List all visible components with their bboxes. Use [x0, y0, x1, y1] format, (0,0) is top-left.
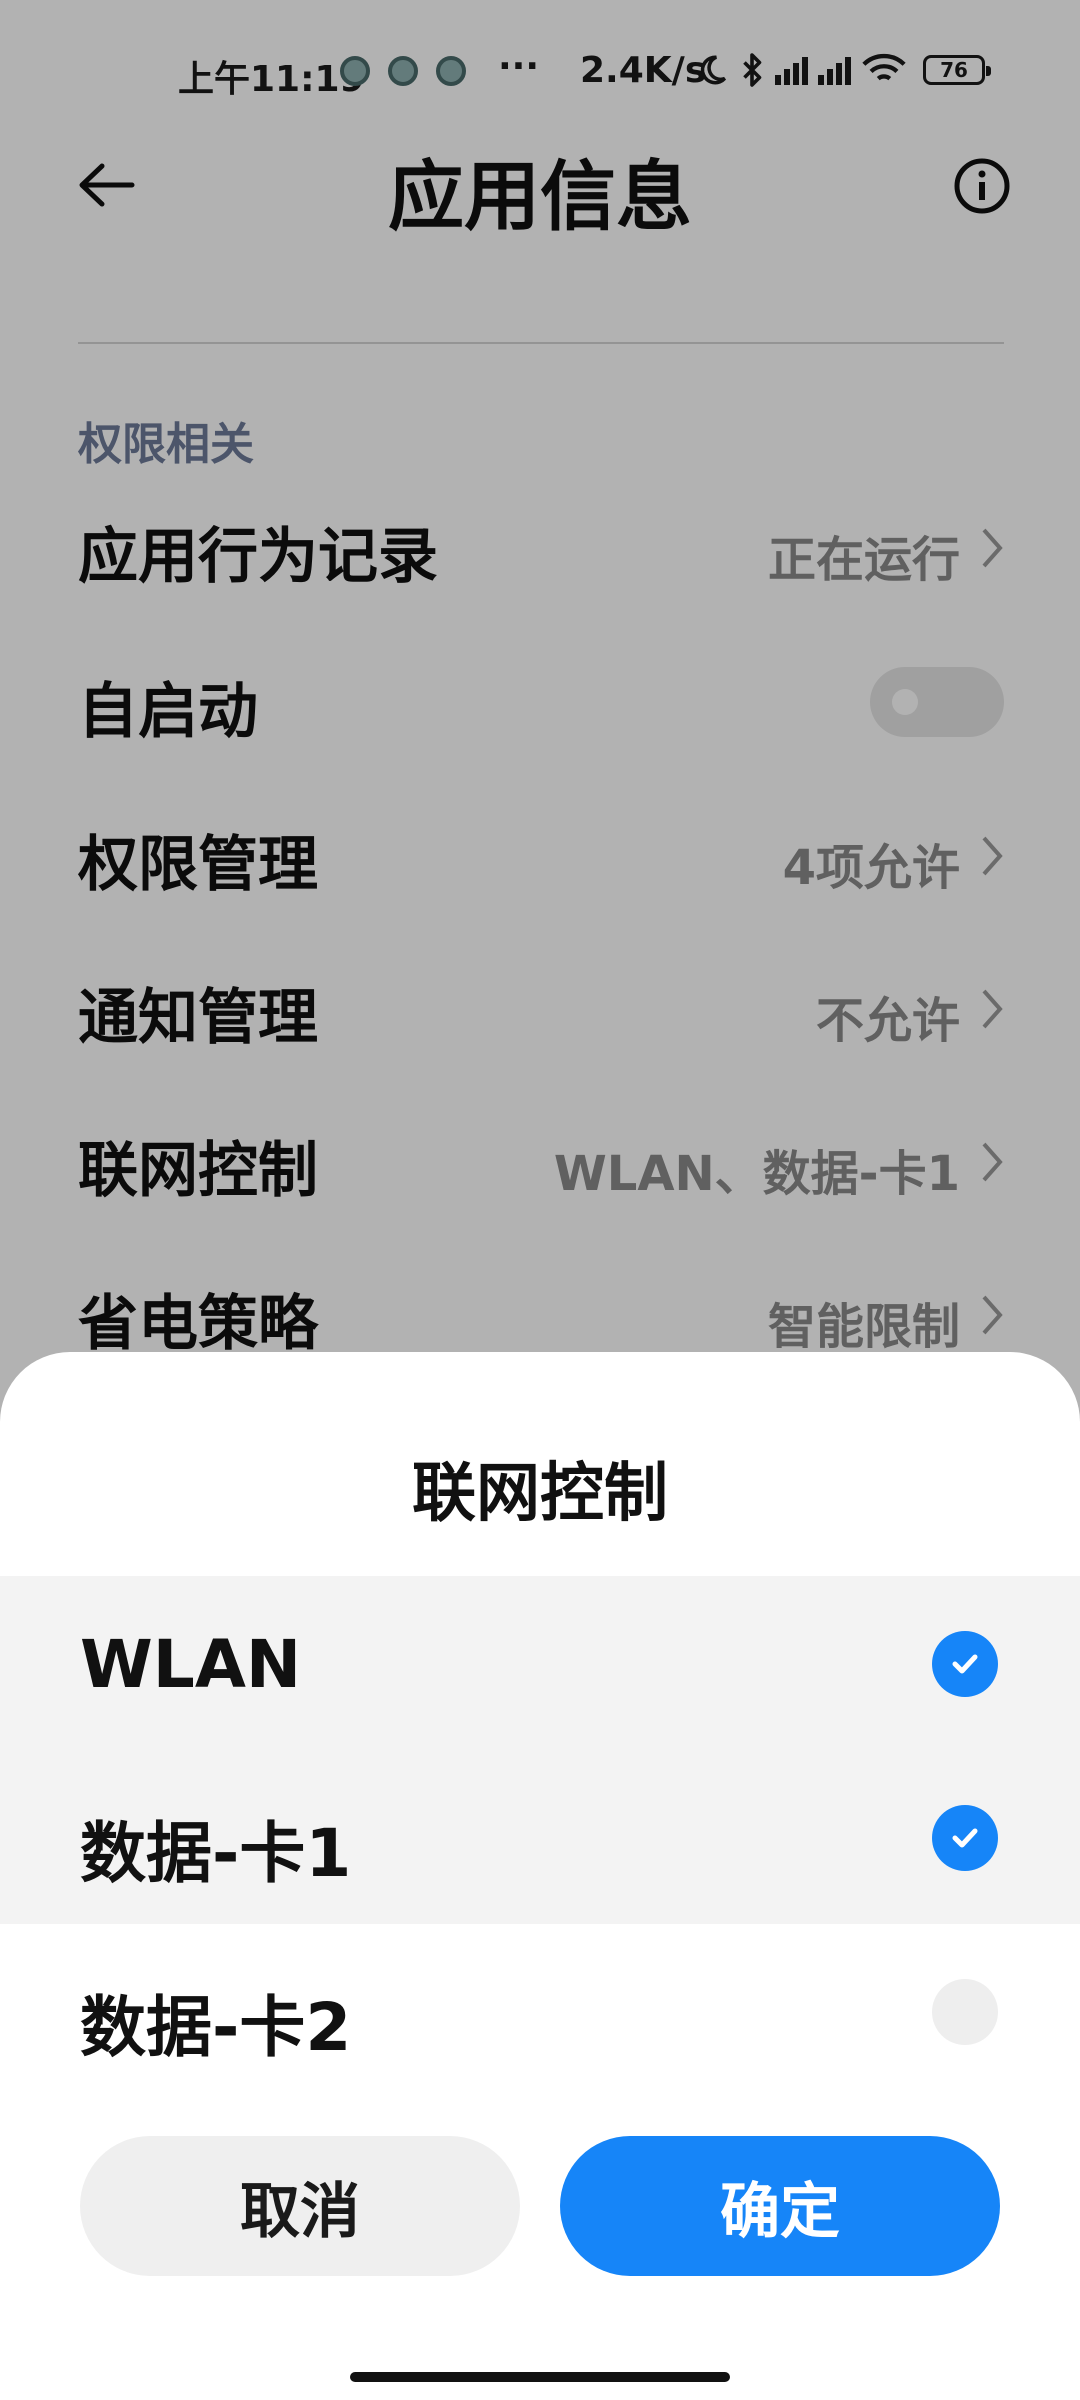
home-indicator[interactable] [350, 2372, 730, 2382]
option-wlan[interactable]: WLAN [0, 1576, 1080, 1750]
network-control-sheet: 联网控制 WLAN 数据-卡1 数据-卡2 取消 确定 [0, 1352, 1080, 2400]
checkmark-icon[interactable] [932, 1805, 998, 1871]
option-data-sim1[interactable]: 数据-卡1 [0, 1750, 1080, 1924]
option-data-sim2[interactable]: 数据-卡2 [0, 1924, 1080, 2098]
option-label: 数据-卡1 [80, 1815, 352, 1892]
checkmark-icon[interactable] [932, 1631, 998, 1697]
sheet-title: 联网控制 [412, 1457, 668, 1531]
option-label: 数据-卡2 [80, 1989, 352, 2066]
confirm-button[interactable]: 确定 [560, 2136, 1000, 2276]
cancel-button[interactable]: 取消 [80, 2136, 520, 2276]
option-label: WLAN [80, 1626, 302, 1703]
unchecked-circle-icon[interactable] [932, 1979, 998, 2045]
